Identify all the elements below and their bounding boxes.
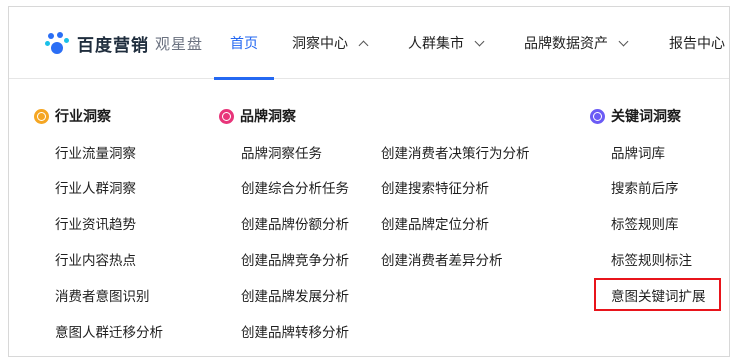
logo-product-text: 观星盘 — [155, 35, 204, 53]
menu-item-brand-development[interactable]: 创建品牌发展分析 — [241, 285, 349, 305]
menu-item-consumer-difference[interactable]: 创建消费者差异分析 — [381, 249, 503, 269]
chevron-down-icon — [618, 36, 629, 46]
keyword-insight-title: 关键词洞察 — [611, 109, 681, 125]
menu-item-industry-audience[interactable]: 行业人群洞察 — [55, 177, 136, 197]
nav-insight-center[interactable]: 洞察中心 — [292, 7, 369, 79]
chevron-down-icon — [474, 36, 485, 46]
menu-item-brand-lexicon[interactable]: 品牌词库 — [611, 142, 665, 162]
menu-item-brand-task[interactable]: 品牌洞察任务 — [241, 142, 322, 162]
menu-item-tag-rule-annotation[interactable]: 标签规则标注 — [611, 249, 692, 269]
menu-item-brand-positioning[interactable]: 创建品牌定位分析 — [381, 213, 489, 233]
menu-item-tag-rule-library[interactable]: 标签规则库 — [611, 213, 679, 233]
menu-item-brand-competition[interactable]: 创建品牌竞争分析 — [241, 249, 349, 269]
nav-audience-market-label: 人群集市 — [408, 36, 464, 52]
brand-insight-heading: 品牌洞察 — [219, 106, 296, 126]
nav-audience-market[interactable]: 人群集市 — [408, 7, 485, 79]
logo-brand-text: 百度营销 — [77, 36, 149, 56]
menu-item-comprehensive-analysis[interactable]: 创建综合分析任务 — [241, 177, 349, 197]
nav-report-center-label: 报告中心 — [669, 36, 725, 52]
nav-home-label: 首页 — [230, 36, 258, 52]
keyword-insight-icon — [590, 108, 605, 124]
highlight-annotation-box — [594, 278, 721, 311]
app-window: 百度营销 观星盘 首页 洞察中心 人群集市 品牌数据资产 报告中心 行业洞察 行… — [8, 6, 730, 357]
menu-item-intent-migration[interactable]: 意图人群迁移分析 — [55, 321, 163, 341]
logo[interactable]: 百度营销 观星盘 — [45, 31, 203, 56]
nav-report-center[interactable]: 报告中心 — [669, 7, 725, 79]
industry-insight-heading: 行业洞察 — [34, 106, 111, 126]
menu-item-industry-news[interactable]: 行业资讯趋势 — [55, 213, 136, 233]
nav-home[interactable]: 首页 — [214, 7, 274, 80]
menu-item-search-sequence[interactable]: 搜索前后序 — [611, 177, 679, 197]
menu-item-industry-traffic[interactable]: 行业流量洞察 — [55, 142, 136, 162]
menu-item-industry-content[interactable]: 行业内容热点 — [55, 249, 136, 269]
nav-brand-data-assets-label: 品牌数据资产 — [524, 36, 608, 52]
chevron-up-icon — [358, 40, 369, 50]
keyword-insight-heading: 关键词洞察 — [590, 106, 681, 126]
industry-insight-title: 行业洞察 — [55, 109, 111, 125]
menu-item-consumer-intent[interactable]: 消费者意图识别 — [55, 285, 150, 305]
menu-item-consumer-decision[interactable]: 创建消费者决策行为分析 — [381, 142, 530, 162]
baidu-paw-icon — [45, 31, 71, 56]
menu-item-brand-share[interactable]: 创建品牌份额分析 — [241, 213, 349, 233]
menu-item-search-feature[interactable]: 创建搜索特征分析 — [381, 177, 489, 197]
top-navigation: 百度营销 观星盘 首页 洞察中心 人群集市 品牌数据资产 报告中心 — [9, 7, 729, 80]
brand-insight-title: 品牌洞察 — [240, 109, 296, 125]
brand-insight-icon — [219, 108, 234, 124]
nav-brand-data-assets[interactable]: 品牌数据资产 — [524, 7, 629, 79]
industry-insight-icon — [34, 108, 49, 124]
menu-item-brand-transfer[interactable]: 创建品牌转移分析 — [241, 321, 349, 341]
nav-insight-center-label: 洞察中心 — [292, 36, 348, 52]
